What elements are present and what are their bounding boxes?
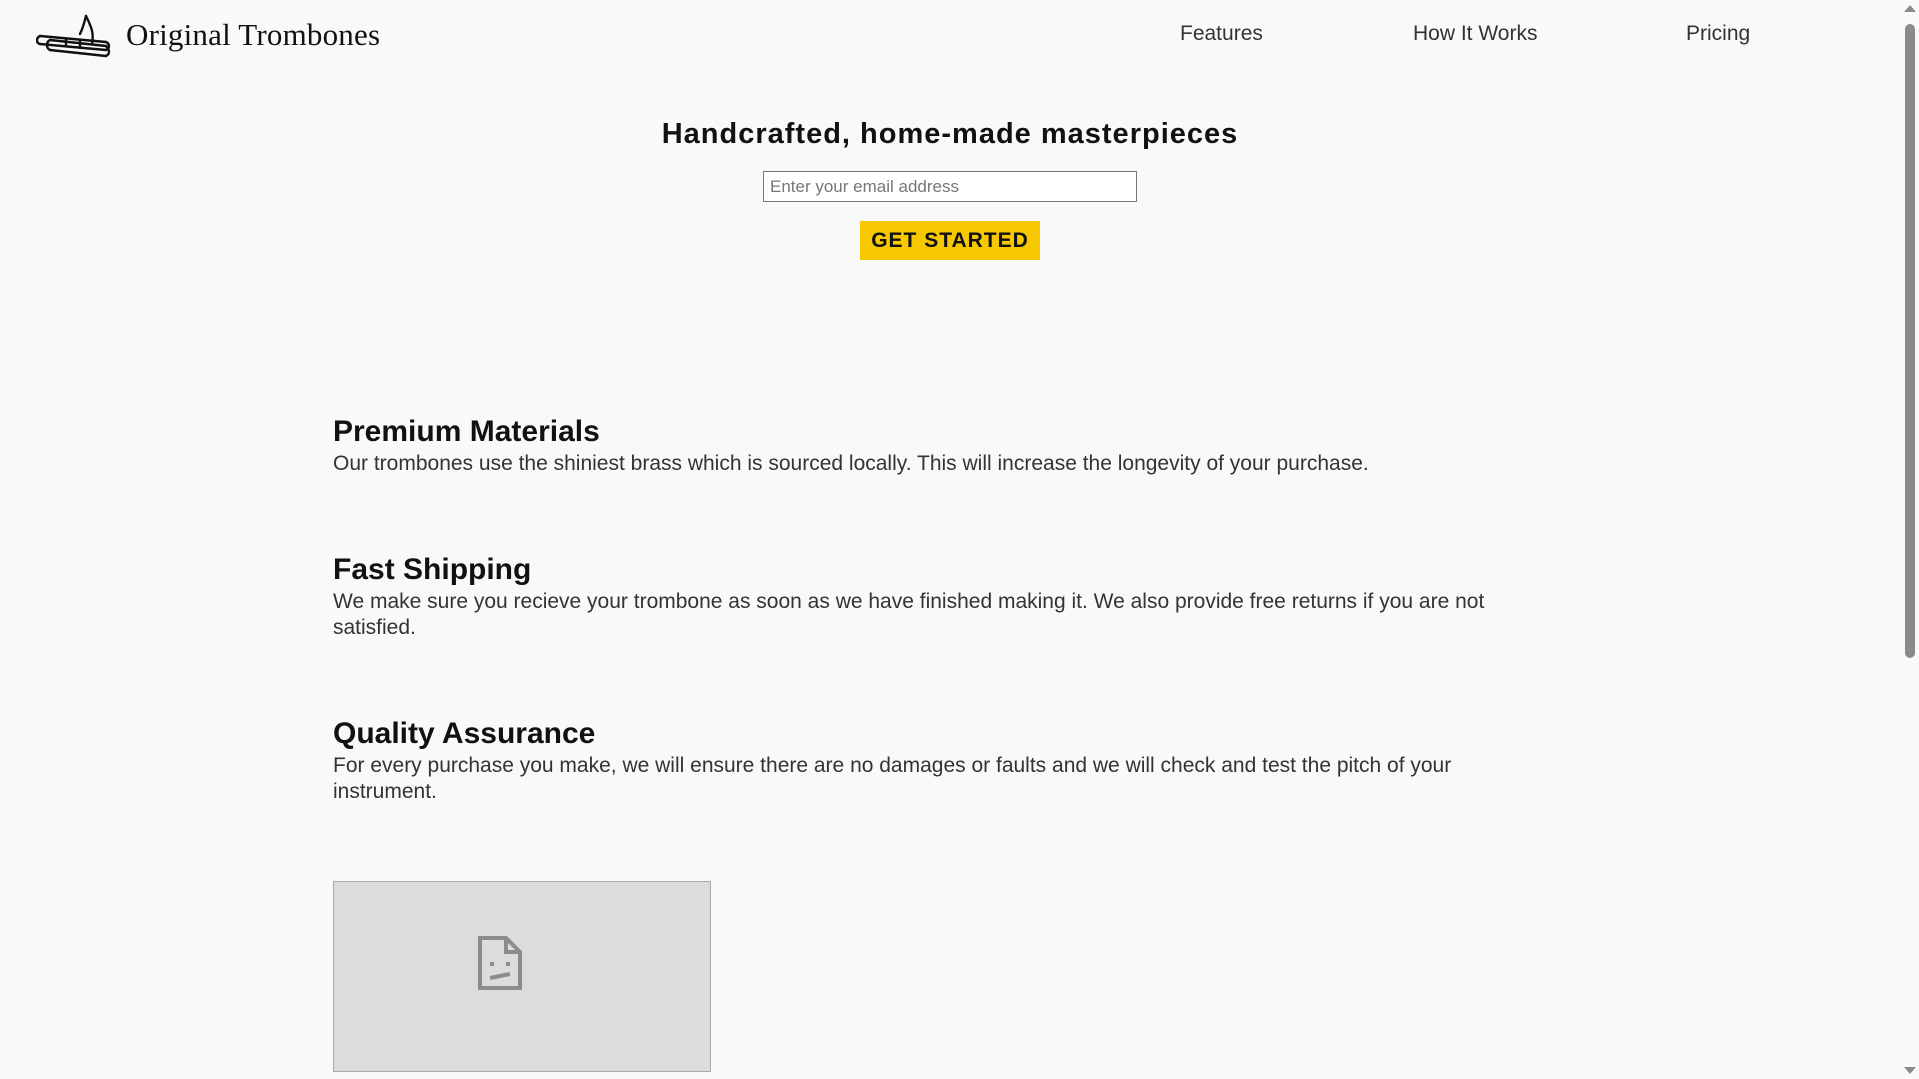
feature-quality-assurance: Quality Assurance For every purchase you… [333,717,1553,805]
nav-link-features[interactable]: Features [1180,22,1263,46]
feature-text: For every purchase you make, we will ens… [333,754,1452,803]
feature-title: Premium Materials [333,415,600,448]
scroll-down-arrow-icon[interactable] [1904,1067,1916,1074]
scrollbar-thumb[interactable] [1905,24,1915,658]
feature-premium-materials: Premium Materials Our trombones use the … [333,415,1553,477]
main-nav: Features How It Works Pricing [0,22,1900,52]
broken-image-icon [476,934,524,997]
hero-section: Handcrafted, home-made masterpieces GET … [0,118,1900,260]
feature-text: Our trombones use the shiniest brass whi… [333,452,1369,475]
feature-title: Quality Assurance [333,717,596,750]
page: Original Trombones Features How It Works… [0,0,1919,1079]
scroll-up-arrow-icon[interactable] [1904,5,1916,12]
site-header: Original Trombones Features How It Works… [0,0,1900,72]
feature-fast-shipping: Fast Shipping We make sure you recieve y… [333,553,1553,641]
vertical-scrollbar[interactable] [1900,0,1919,1079]
feature-title: Fast Shipping [333,553,532,586]
hero-title: Handcrafted, home-made masterpieces [661,118,1239,150]
feature-text: We make sure you recieve your trombone a… [333,590,1485,639]
email-input[interactable] [763,171,1137,202]
nav-link-how-it-works[interactable]: How It Works [1413,22,1537,46]
get-started-button[interactable]: GET STARTED [860,221,1040,260]
nav-link-pricing[interactable]: Pricing [1686,22,1750,46]
video-placeholder[interactable] [333,881,711,1072]
